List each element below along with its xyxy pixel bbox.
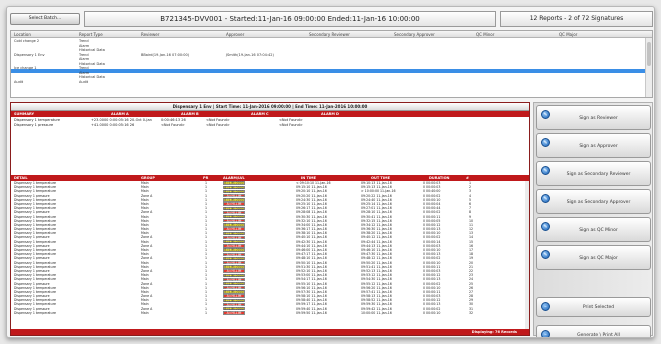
detail-footer: Displaying: 76 Records (11, 329, 529, 335)
detail-pr: 1 (205, 310, 208, 315)
col-out-time: OUT TIME (371, 176, 390, 180)
sign-as-qc-minor-button[interactable]: ✎ Sign as QC Minor (536, 217, 651, 242)
col-duration: DURATION (429, 176, 450, 180)
detail-table-body: Dispensary 1 temperature Main 1 B=LIM-0000 <… (11, 181, 529, 333)
col-location[interactable]: Location (14, 32, 31, 37)
sign-as-secondary-approver-button[interactable]: ✎ Sign as Secondary Approver (536, 189, 651, 214)
sign-icon: ✎ (541, 166, 550, 175)
scrollbar-thumb[interactable] (647, 42, 651, 66)
col-in-time: IN TIME (301, 176, 317, 180)
col-secondary-reviewer[interactable]: Secondary Reviewer (309, 32, 350, 37)
col-count: # (466, 176, 469, 180)
action-label: Generate \ Print All (577, 333, 620, 338)
summary-alarm-b: <Not Found> (161, 122, 185, 127)
sign-icon: ✎ (541, 222, 550, 231)
actions-panel: ✎ Sign as Reviewer ✎ Sign as Approver ✎ Sign … (533, 102, 653, 338)
record-count: Displaying: 76 Records (471, 330, 517, 334)
action-label: Sign as Approver (579, 144, 618, 149)
sign-as-secondary-reviewer-button[interactable]: ✎ Sign as Secondary Reviewer (536, 161, 651, 186)
select-batch-button[interactable]: Select Batch... (10, 13, 80, 25)
sign-as-approver-button[interactable]: ✎ Sign as Approver (536, 133, 651, 158)
report-reviewer[interactable]: BBaird(19-Jan-16 07:00:00) (141, 53, 189, 58)
report-type[interactable]: Audit (79, 80, 88, 85)
col-reviewer[interactable]: Reviewer (141, 32, 159, 37)
report-location[interactable]: Cold change 2 (14, 39, 39, 44)
detail-group: Main (141, 310, 149, 315)
detail-in: 09:59:50 11-Jan-16 (296, 310, 327, 315)
col-summary: SUMMARY (14, 112, 35, 116)
detail-alarm: A=HI-LIM (223, 311, 245, 315)
col-group: GROUP (141, 176, 155, 180)
summary-alarm-a: +41.0000 0:00:05:16 26 (91, 122, 135, 127)
col-alarm-b: ALARM B (181, 112, 199, 116)
col-alarm-a: ALARM A (111, 112, 129, 116)
sign-icon: ✎ (541, 250, 550, 259)
reports-table-body: Cold change 2 Trend Alarm Historical Data Di… (11, 38, 646, 97)
action-label: Sign as QC Major (579, 256, 618, 261)
print-icon: – (541, 302, 550, 311)
sign-as-qc-major-button[interactable]: ✎ Sign as QC Major (536, 245, 651, 270)
detail-row[interactable]: Dispensary 1 temperature Main 1 A=HI-LIM 09:… (11, 311, 529, 315)
reports-table: Location Report Type Reviewer Approver S… (10, 30, 653, 98)
header-bar: Select Batch... B721345-DVV001 - Started… (10, 10, 653, 28)
action-label: Sign as Secondary Approver (566, 200, 631, 205)
reports-scrollbar[interactable] (645, 38, 652, 97)
col-detail: DETAIL (14, 176, 28, 180)
summary-alarm-d: <Not Found> (279, 122, 303, 127)
action-label: Sign as Secondary Reviewer (566, 172, 631, 177)
report-data-header: Dispensary 1 Env | Start Time: 11-Jan-20… (11, 103, 529, 111)
col-alarm-c: ALARM C (251, 112, 269, 116)
col-qc-minor[interactable]: QC Minor (476, 32, 494, 37)
print-selected-button[interactable]: – Print Selected (536, 297, 651, 317)
col-secondary-approver[interactable]: Secondary Approver (394, 32, 435, 37)
col-alarm-lvl: ALARM/LVL (223, 176, 245, 180)
col-alarm-d: ALARM D (321, 112, 339, 116)
action-label: Sign as QC Minor (579, 228, 618, 233)
detail-scrollbar[interactable] (525, 181, 529, 333)
sign-icon: ✎ (541, 138, 550, 147)
print-icon: – (541, 330, 550, 337)
sign-as-reviewer-button[interactable]: ✎ Sign as Reviewer (536, 105, 651, 130)
report-data-panel: Dispensary 1 Env | Start Time: 11-Jan-20… (10, 102, 530, 336)
detail-name: Dispensary 1 temperature (14, 310, 56, 315)
summary-row-name: Dispensary 1 pressure (14, 122, 54, 127)
report-location[interactable]: Audit (14, 80, 23, 85)
sign-icon: ✎ (541, 110, 550, 119)
detail-out: 10:00:00 11-Jan-16 (361, 310, 392, 315)
report-location[interactable]: Dispensary 1 Env (14, 53, 45, 58)
col-approver[interactable]: Approver (226, 32, 244, 37)
summary-table-body: Dispensary 1 temperature +23.0000 0:00:0… (11, 117, 529, 175)
generate-print-all-button[interactable]: – Generate \ Print All (536, 325, 651, 338)
col-report-type[interactable]: Report Type (79, 32, 103, 37)
detail-n: 32 (469, 310, 474, 315)
sign-icon: ✎ (541, 194, 550, 203)
report-approver[interactable]: JSmith(19-Jan-16 07:04:42) (226, 53, 274, 58)
col-qc-major[interactable]: QC Major (559, 32, 577, 37)
reports-table-header: Location Report Type Reviewer Approver S… (11, 31, 652, 38)
report-location[interactable]: Ice change 1 (14, 66, 36, 71)
detail-dur: 0 00:00:10 (423, 310, 441, 315)
summary-alarm-c: <Not Found> (206, 122, 230, 127)
action-label: Sign as Reviewer (579, 116, 618, 121)
batch-title: B721345-DVV001 - Started:11-Jan-16 09:00… (84, 11, 496, 27)
selected-report-row[interactable] (11, 69, 646, 73)
app-window: Select Batch... B721345-DVV001 - Started… (6, 6, 655, 338)
report-summary: 12 Reports - 2 of 72 Signatures (500, 11, 653, 27)
col-pr: PR (203, 176, 209, 180)
action-label: Print Selected (582, 305, 615, 310)
